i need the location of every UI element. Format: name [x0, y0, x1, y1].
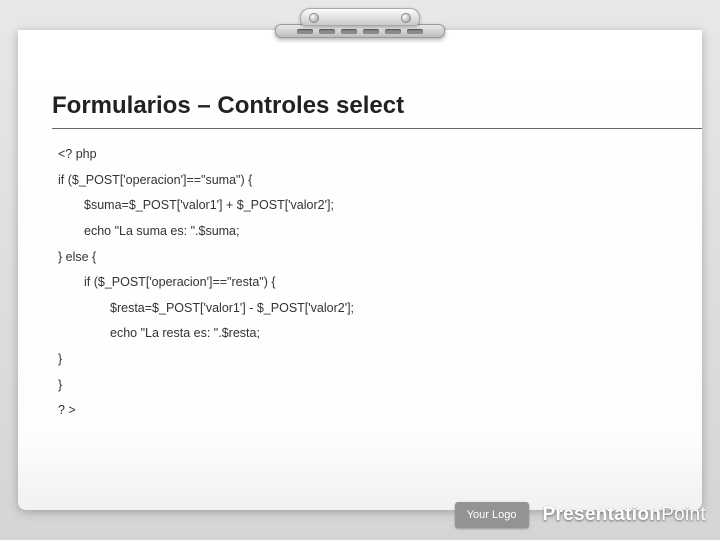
- code-line: $resta=$_POST['valor1'] - $_POST['valor2…: [58, 296, 354, 322]
- slide-title: Formularios – Controles select: [52, 92, 404, 120]
- code-line: }: [58, 373, 354, 399]
- code-line: }: [58, 347, 354, 373]
- brand-bold: Presentation: [543, 504, 662, 525]
- brand-thin: Point: [661, 504, 706, 525]
- code-line: ? >: [58, 398, 354, 424]
- code-line: if ($_POST['operacion']=="suma") {: [58, 168, 354, 194]
- logo-placeholder: Your Logo: [455, 502, 529, 528]
- code-block: <? php if ($_POST['operacion']=="suma") …: [58, 142, 354, 424]
- code-line: <? php: [58, 142, 354, 168]
- footer: Your Logo PresentationPoint: [455, 502, 706, 528]
- code-line: $suma=$_POST['valor1'] + $_POST['valor2'…: [58, 193, 354, 219]
- code-line: if ($_POST['operacion']=="resta") {: [58, 270, 354, 296]
- code-line: echo "La suma es: ".$suma;: [58, 219, 354, 245]
- title-divider: [52, 128, 702, 129]
- code-line: } else {: [58, 245, 354, 271]
- binder-clip: [270, 8, 450, 48]
- slide-paper: Formularios – Controles select <? php if…: [18, 30, 702, 510]
- brand-mark: PresentationPoint: [543, 504, 707, 526]
- code-line: echo "La resta es: ".$resta;: [58, 321, 354, 347]
